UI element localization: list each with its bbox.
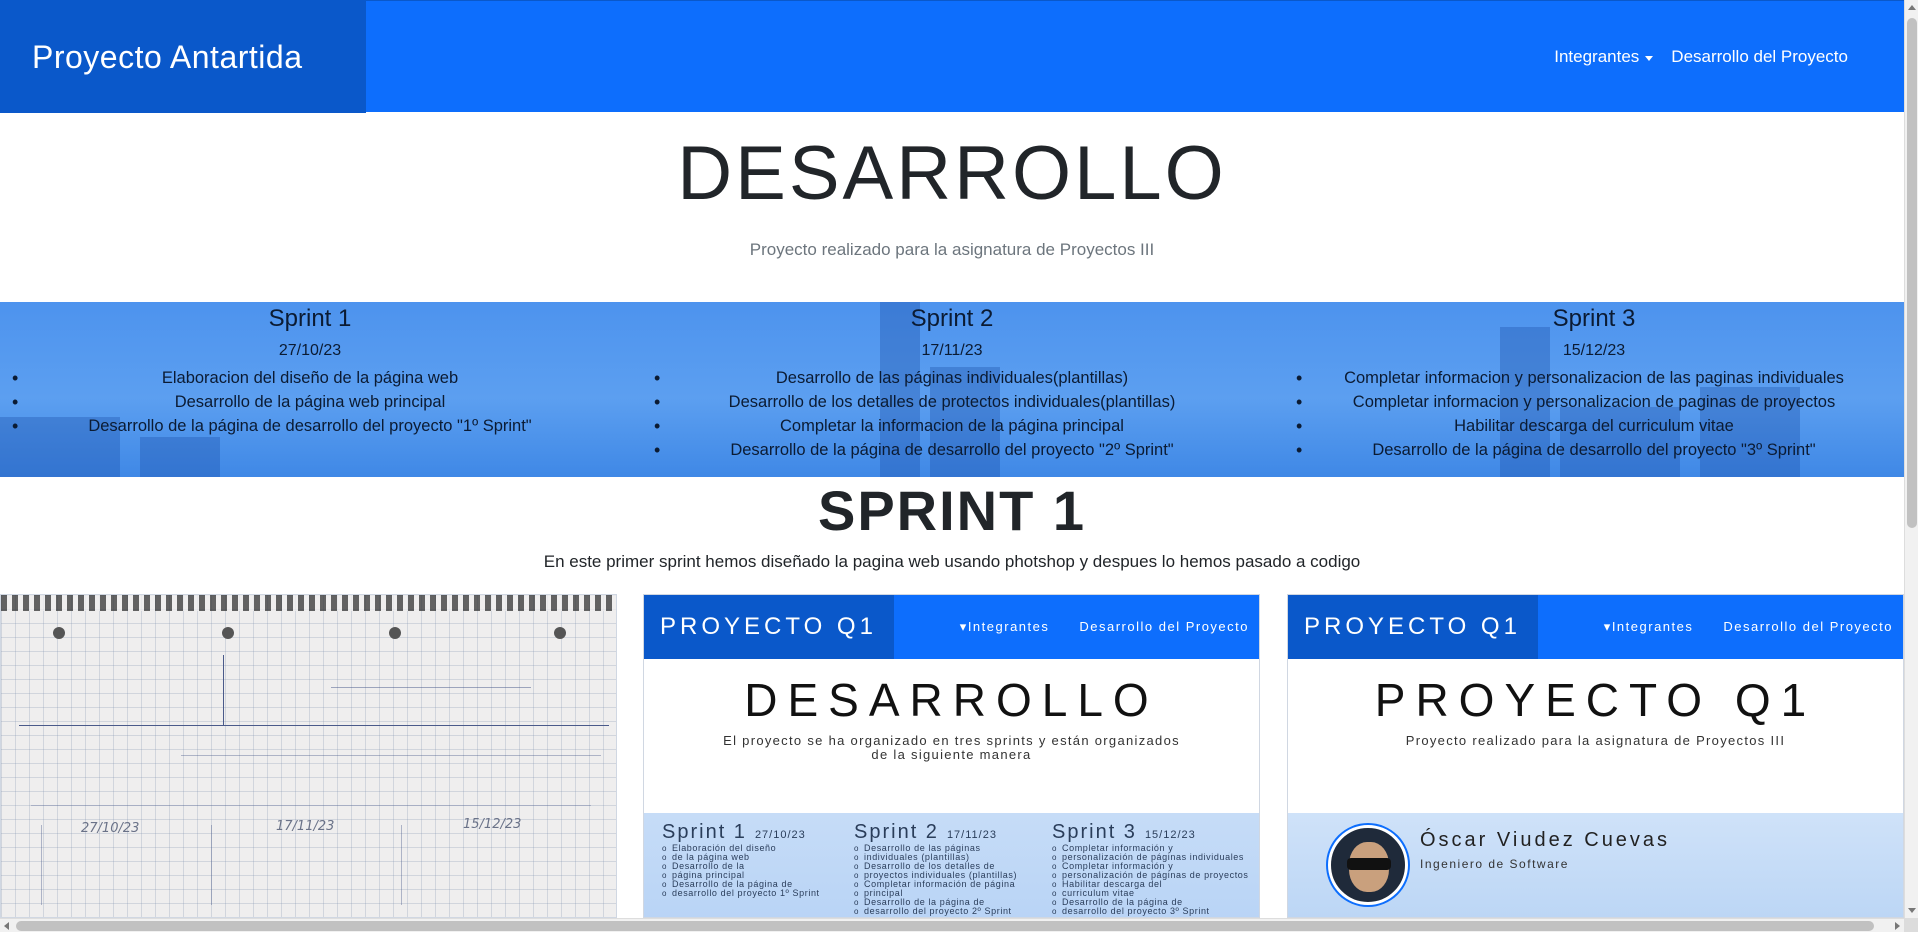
sketch-date-label: 15/12/23 [463, 817, 522, 832]
sprint-title: Sprint 1 [268, 305, 352, 332]
sketch-line [223, 655, 224, 725]
mockup-title: DESARROLLO [744, 674, 1159, 726]
mockup-sprint-date: 27/10/23 [754, 829, 806, 841]
mockup-sprint-col: Sprint 127/10/23 Elaboración del diseño … [662, 821, 820, 898]
horizontal-scrollbar[interactable] [0, 918, 1904, 932]
page-title: DESARROLLO [677, 131, 1227, 216]
mockup-subtitle: Proyecto realizado para la asignatura de… [1405, 733, 1786, 748]
section-title: SPRINT 1 [817, 479, 1087, 542]
sprint-date: 27/10/23 [278, 342, 342, 359]
browser-viewport: Proyecto Antartida Integrantes Desarroll… [0, 0, 1918, 932]
sprint-task: Elaboracion del diseño de la página web [0, 366, 620, 390]
scroll-down-icon[interactable] [1908, 908, 1916, 913]
profile-name: Óscar Viudez Cuevas [1420, 829, 1671, 851]
sketch-photo[interactable]: 27/10/23 17/11/23 15/12/23 [0, 594, 617, 918]
mockup-sprint-item: desarrollo del proyecto 3º Sprint [1052, 907, 1249, 917]
sprint-task: Completar informacion y personalizacion … [1284, 390, 1904, 414]
mockup-desarrollo-image[interactable]: PROYECTO Q1 ▾Integrantes Desarrollo del … [643, 594, 1260, 918]
mockup-brand: PROYECTO Q1 [1288, 595, 1538, 659]
mockup-profile-band: Óscar Viudez Cuevas Ingeniero de Softwar… [1288, 813, 1903, 917]
page-content: Proyecto Antartida Integrantes Desarroll… [0, 0, 1904, 918]
sprint-title: Sprint 3 [1552, 305, 1636, 332]
sprint-task: Desarrollo de la página web principal [0, 390, 620, 414]
sprint-date: 15/12/23 [1562, 342, 1626, 359]
scroll-left-icon[interactable] [4, 922, 9, 930]
mockup-brand: PROYECTO Q1 [644, 595, 894, 659]
sprint-title: Sprint 2 [910, 305, 994, 332]
mockup-sprint-item: desarrollo del proyecto 2º Sprint [854, 907, 1017, 917]
sketch-line [211, 825, 212, 905]
sketch-line [181, 755, 601, 756]
mockup-sprint-item: desarrollo del proyecto 1º Sprint [662, 889, 820, 899]
sprint-task: Desarrollo de las páginas individuales(p… [642, 366, 1262, 390]
mockup-nav-item: ▾Integrantes [1603, 619, 1694, 634]
profile-role: Ingeniero de Software [1420, 857, 1569, 871]
sprint-task-list: Elaboracion del diseño de la página web … [0, 366, 620, 438]
mockup-nav-item: ▾Integrantes [959, 619, 1050, 634]
nav-dropdown-integrantes[interactable]: Integrantes [1554, 47, 1654, 67]
sprint-task: Desarrollo de la página de desarrollo de… [1284, 438, 1904, 462]
avatar-glasses [1347, 858, 1391, 870]
nav-link-desarrollo[interactable]: Desarrollo del Proyecto [1671, 47, 1848, 67]
mockup-subtitle: de la siguiente manera [871, 747, 1032, 762]
sketch-line [401, 825, 402, 905]
mockup-sprint-title: Sprint 3 [1052, 821, 1137, 843]
notebook-hole-decoration [222, 627, 234, 639]
notebook-hole-decoration [389, 627, 401, 639]
horizontal-scroll-thumb[interactable] [16, 921, 1874, 931]
caret-down-icon [1645, 55, 1654, 61]
navbar-brand[interactable]: Proyecto Antartida [0, 1, 366, 113]
mockup-nav-item: Desarrollo del Proyecto [1723, 619, 1893, 634]
mockup-nav-item: Desarrollo del Proyecto [1079, 619, 1249, 634]
mockup-sprint-heading: Sprint 3 15/12/23 [1052, 821, 1249, 844]
mockup-sprint-band: Sprint 127/10/23 Elaboración del diseño … [644, 813, 1259, 917]
notebook-hole-decoration [554, 627, 566, 639]
mockup-title: PROYECTO Q1 [1374, 674, 1817, 726]
page-subtitle: Proyecto realizado para la asignatura de… [749, 240, 1155, 259]
mockup-home-image[interactable]: PROYECTO Q1 ▾Integrantes Desarrollo del … [1287, 594, 1904, 918]
sprint-column-3: Sprint 3 15/12/23 Completar informacion … [1284, 302, 1904, 477]
notebook-hole-decoration [53, 627, 65, 639]
sprint-date: 17/11/23 [921, 342, 983, 359]
mockup-sprint-col: Sprint 217/11/23 Desarrollo de las págin… [854, 821, 1017, 916]
sprints-banner: Sprint 1 27/10/23 Elaboracion del diseño… [0, 302, 1904, 477]
mockup-sprint-heading: Sprint 1 27/10/23 [662, 821, 820, 844]
sprint-task-list: Desarrollo de las páginas individuales(p… [642, 366, 1262, 462]
mockup-sprint-title: Sprint 2 [854, 821, 939, 843]
sketch-date-label: 17/11/23 [276, 819, 335, 834]
nav-dropdown-label: Integrantes [1554, 47, 1640, 66]
sketch-line [19, 725, 609, 726]
sprint-task: Desarrollo de la página de desarrollo de… [642, 438, 1262, 462]
sprint-column-1: Sprint 1 27/10/23 Elaboracion del diseño… [0, 302, 620, 477]
mockup-sprint-col: Sprint 315/12/23 Completar información y… [1052, 821, 1249, 916]
top-navbar: Proyecto Antartida Integrantes Desarroll… [0, 0, 1904, 113]
mockup-sprint-title: Sprint 1 [662, 821, 747, 843]
vertical-scroll-thumb[interactable] [1907, 18, 1917, 528]
navbar-links: Integrantes Desarrollo del Proyecto [1554, 1, 1848, 113]
mockup-sprint-date: 15/12/23 [1144, 829, 1196, 841]
scroll-right-icon[interactable] [1895, 922, 1900, 930]
scrollbar-corner [1904, 918, 1918, 932]
sketch-date-label: 27/10/23 [81, 821, 140, 836]
sketch-line [31, 805, 591, 806]
section-description: En este primer sprint hemos diseñado la … [543, 552, 1361, 571]
mockup-nav: ▾Integrantes Desarrollo del Proyecto [1604, 595, 1893, 659]
sprint-task: Desarrollo de la página de desarrollo de… [0, 414, 620, 438]
sprint-task: Completar la informacion de la página pr… [642, 414, 1262, 438]
scroll-up-icon[interactable] [1908, 5, 1916, 10]
mockup-sprint-heading: Sprint 2 17/11/23 [854, 821, 1017, 844]
mockup-nav: ▾Integrantes Desarrollo del Proyecto [960, 595, 1249, 659]
mockup-sprint-date: 17/11/23 [946, 829, 997, 841]
sketch-line [41, 825, 42, 905]
sprint-column-2: Sprint 2 17/11/23 Desarrollo de las pági… [642, 302, 1262, 477]
notebook-spiral-decoration [1, 595, 616, 611]
avatar [1328, 825, 1408, 905]
sprint-task-list: Completar informacion y personalizacion … [1284, 366, 1904, 462]
mockup-subtitle: El proyecto se ha organizado en tres spr… [723, 733, 1180, 748]
sprint-task: Desarrollo de los detalles de protectos … [642, 390, 1262, 414]
sprint-task: Habilitar descarga del curriculum vitae [1284, 414, 1904, 438]
sketch-line [331, 687, 531, 688]
vertical-scrollbar[interactable] [1904, 0, 1918, 918]
sprint-task: Completar informacion y personalizacion … [1284, 366, 1904, 390]
